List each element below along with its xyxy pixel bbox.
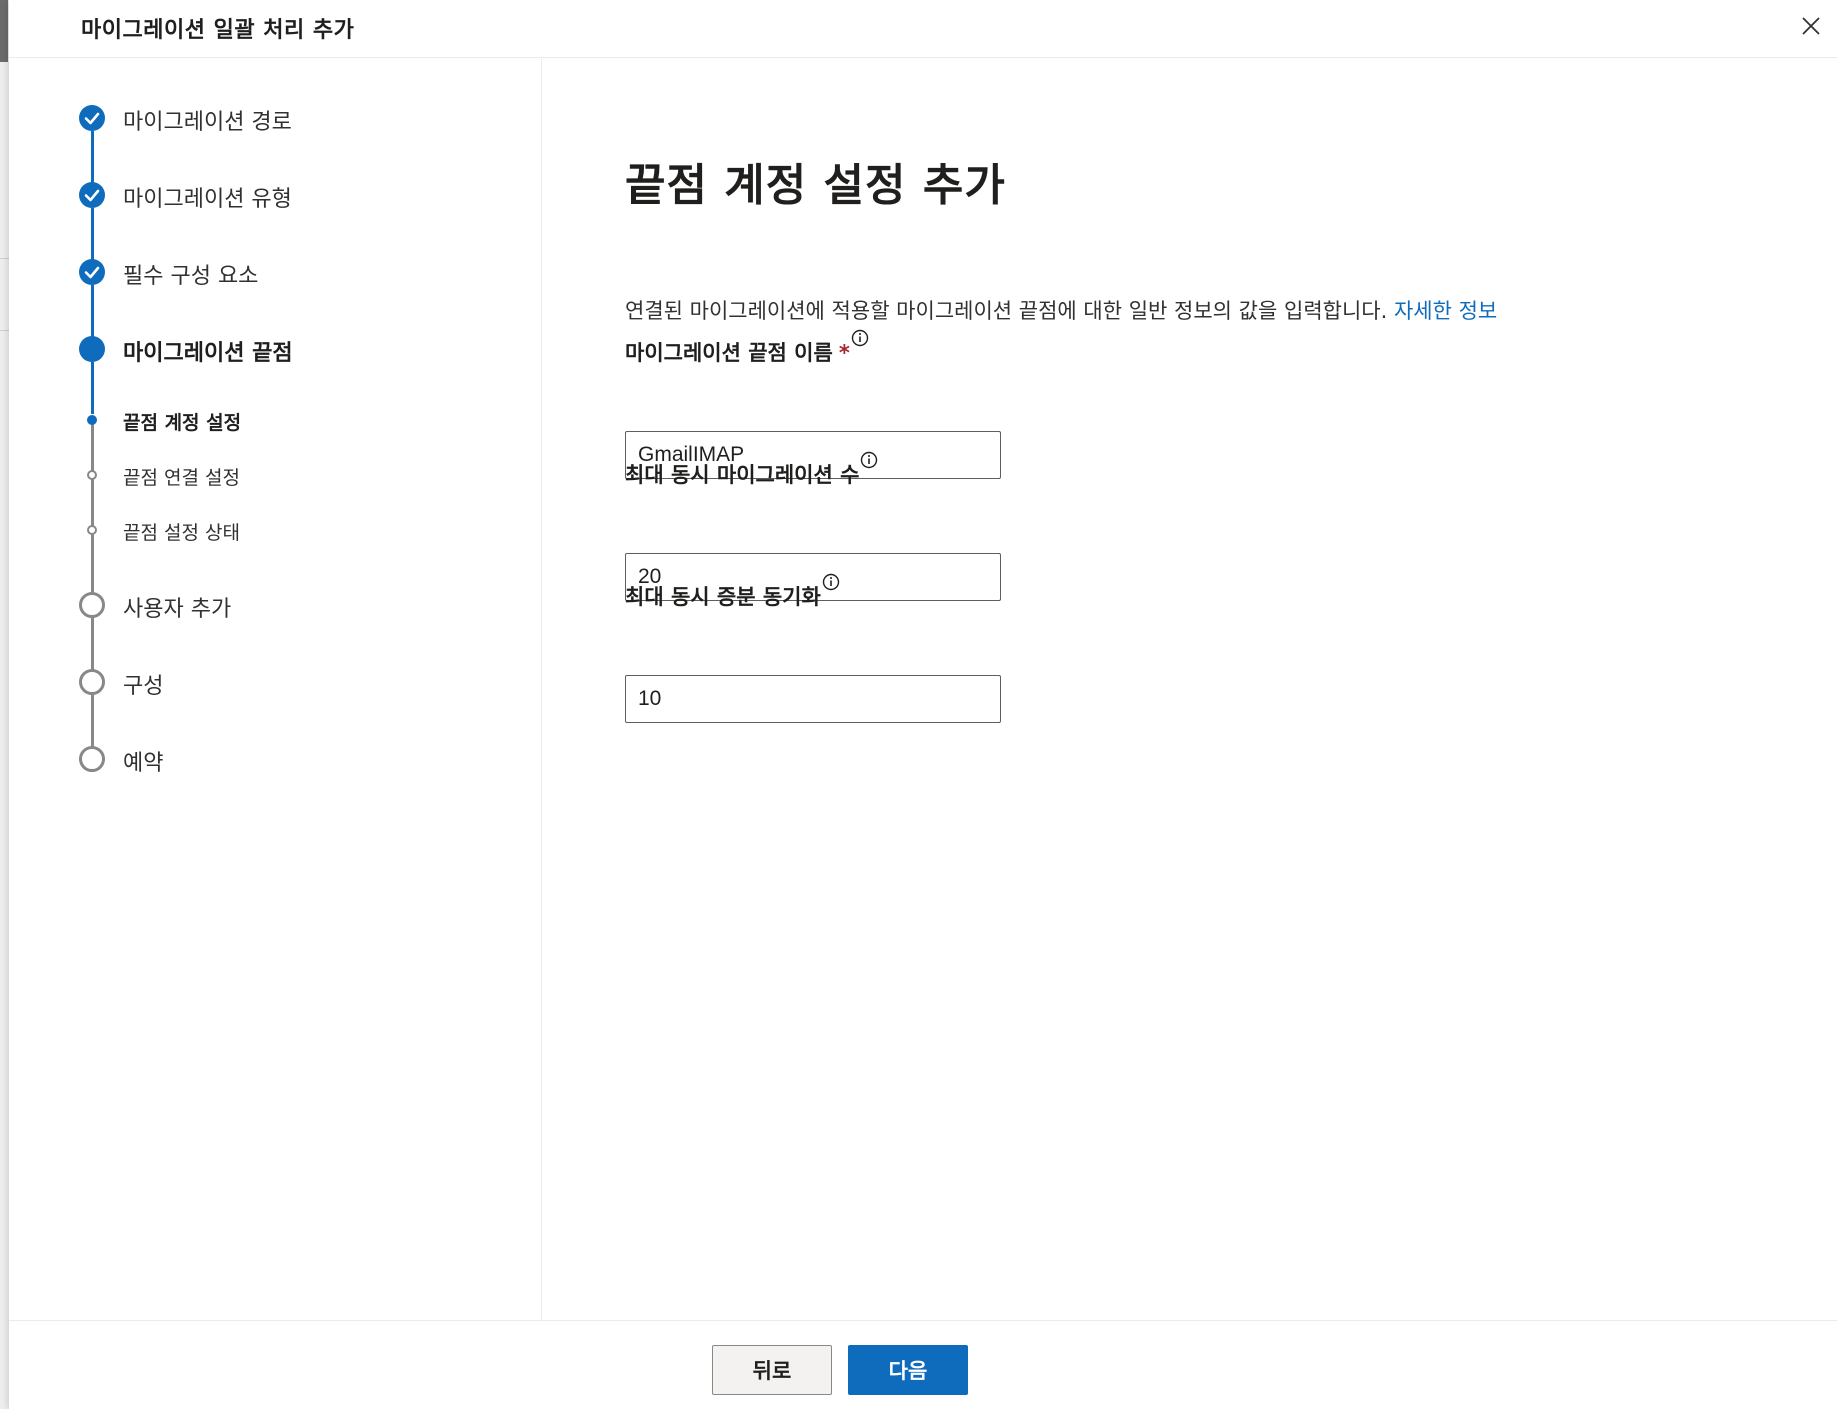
info-icon[interactable] bbox=[851, 329, 869, 347]
panel-title: 마이그레이션 일괄 처리 추가 bbox=[81, 18, 355, 43]
step-connector bbox=[91, 424, 94, 476]
max-concurrent-migrations-label: 최대 동시 마이그레이션 수 bbox=[625, 451, 878, 489]
step-connector bbox=[91, 362, 94, 414]
step-migration-type[interactable]: 마이그레이션 유형 bbox=[123, 181, 292, 213]
info-icon[interactable] bbox=[822, 573, 840, 591]
endpoint-name-label-text: 마이그레이션 끝점 이름 bbox=[625, 341, 833, 365]
max-concurrent-migrations-label-text: 최대 동시 마이그레이션 수 bbox=[625, 463, 860, 487]
step-completed-icon bbox=[79, 182, 105, 208]
endpoint-name-label: 마이그레이션 끝점 이름 * bbox=[625, 329, 869, 367]
close-icon bbox=[1802, 17, 1820, 35]
back-button[interactable]: 뒤로 bbox=[712, 1345, 832, 1395]
info-icon[interactable] bbox=[860, 451, 878, 469]
substep-pending-icon bbox=[87, 525, 97, 535]
max-concurrent-incremental-syncs-label: 최대 동시 증분 동기화 bbox=[625, 573, 840, 611]
checkmark-icon bbox=[84, 112, 100, 125]
step-current-icon bbox=[79, 336, 105, 362]
learn-more-link[interactable]: 자세한 정보 bbox=[1394, 299, 1497, 323]
step-migration-path[interactable]: 마이그레이션 경로 bbox=[123, 104, 292, 136]
background-page-header bbox=[0, 0, 8, 62]
main-content: 끝점 계정 설정 추가 연결된 마이그레이션에 적용할 마이그레이션 끝점에 대… bbox=[543, 59, 1837, 1320]
step-configuration[interactable]: 구성 bbox=[123, 668, 163, 700]
substep-endpoint-account-settings[interactable]: 끝점 계정 설정 bbox=[123, 408, 241, 435]
step-pending-icon bbox=[79, 592, 105, 618]
max-concurrent-incremental-syncs-label-text: 최대 동시 증분 동기화 bbox=[625, 585, 821, 609]
step-pending-icon bbox=[79, 669, 105, 695]
step-migration-endpoint[interactable]: 마이그레이션 끝점 bbox=[123, 335, 293, 367]
step-schedule[interactable]: 예약 bbox=[123, 745, 163, 777]
required-marker: * bbox=[838, 341, 850, 365]
max-concurrent-incremental-syncs-input[interactable] bbox=[625, 675, 1001, 723]
page-description: 연결된 마이그레이션에 적용할 마이그레이션 끝점에 대한 일반 정보의 값을 … bbox=[625, 295, 1497, 325]
step-prerequisites[interactable]: 필수 구성 요소 bbox=[123, 258, 258, 290]
substep-pending-icon bbox=[87, 470, 97, 480]
panel-header: 마이그레이션 일괄 처리 추가 bbox=[9, 0, 1837, 58]
wizard-steps-sidebar: 마이그레이션 경로 마이그레이션 유형 필수 구성 요소 마이그레이션 끝점 끝… bbox=[9, 59, 542, 1320]
step-connector bbox=[91, 131, 94, 183]
step-pending-icon bbox=[79, 746, 105, 772]
substep-endpoint-settings-status[interactable]: 끝점 설정 상태 bbox=[123, 518, 240, 545]
checkmark-icon bbox=[84, 266, 100, 279]
description-text: 연결된 마이그레이션에 적용할 마이그레이션 끝점에 대한 일반 정보의 값을 … bbox=[625, 299, 1388, 323]
checkmark-icon bbox=[84, 189, 100, 202]
next-button[interactable]: 다음 bbox=[848, 1345, 968, 1395]
substep-endpoint-connection-settings[interactable]: 끝점 연결 설정 bbox=[123, 463, 240, 490]
step-connector bbox=[91, 479, 94, 531]
step-connector bbox=[91, 285, 94, 337]
page-title: 끝점 계정 설정 추가 bbox=[625, 160, 1006, 211]
wizard-panel: 마이그레이션 일괄 처리 추가 마이그레이션 경로 마이그레이션 유형 필수 구… bbox=[9, 0, 1837, 1409]
step-connector bbox=[91, 208, 94, 260]
panel-footer: 뒤로 다음 bbox=[9, 1320, 1837, 1409]
background-divider bbox=[0, 330, 9, 331]
step-completed-icon bbox=[79, 259, 105, 285]
step-completed-icon bbox=[79, 105, 105, 131]
close-button[interactable] bbox=[1797, 12, 1825, 40]
substep-current-icon bbox=[87, 415, 97, 425]
step-add-users[interactable]: 사용자 추가 bbox=[123, 591, 231, 623]
background-divider bbox=[0, 258, 9, 259]
